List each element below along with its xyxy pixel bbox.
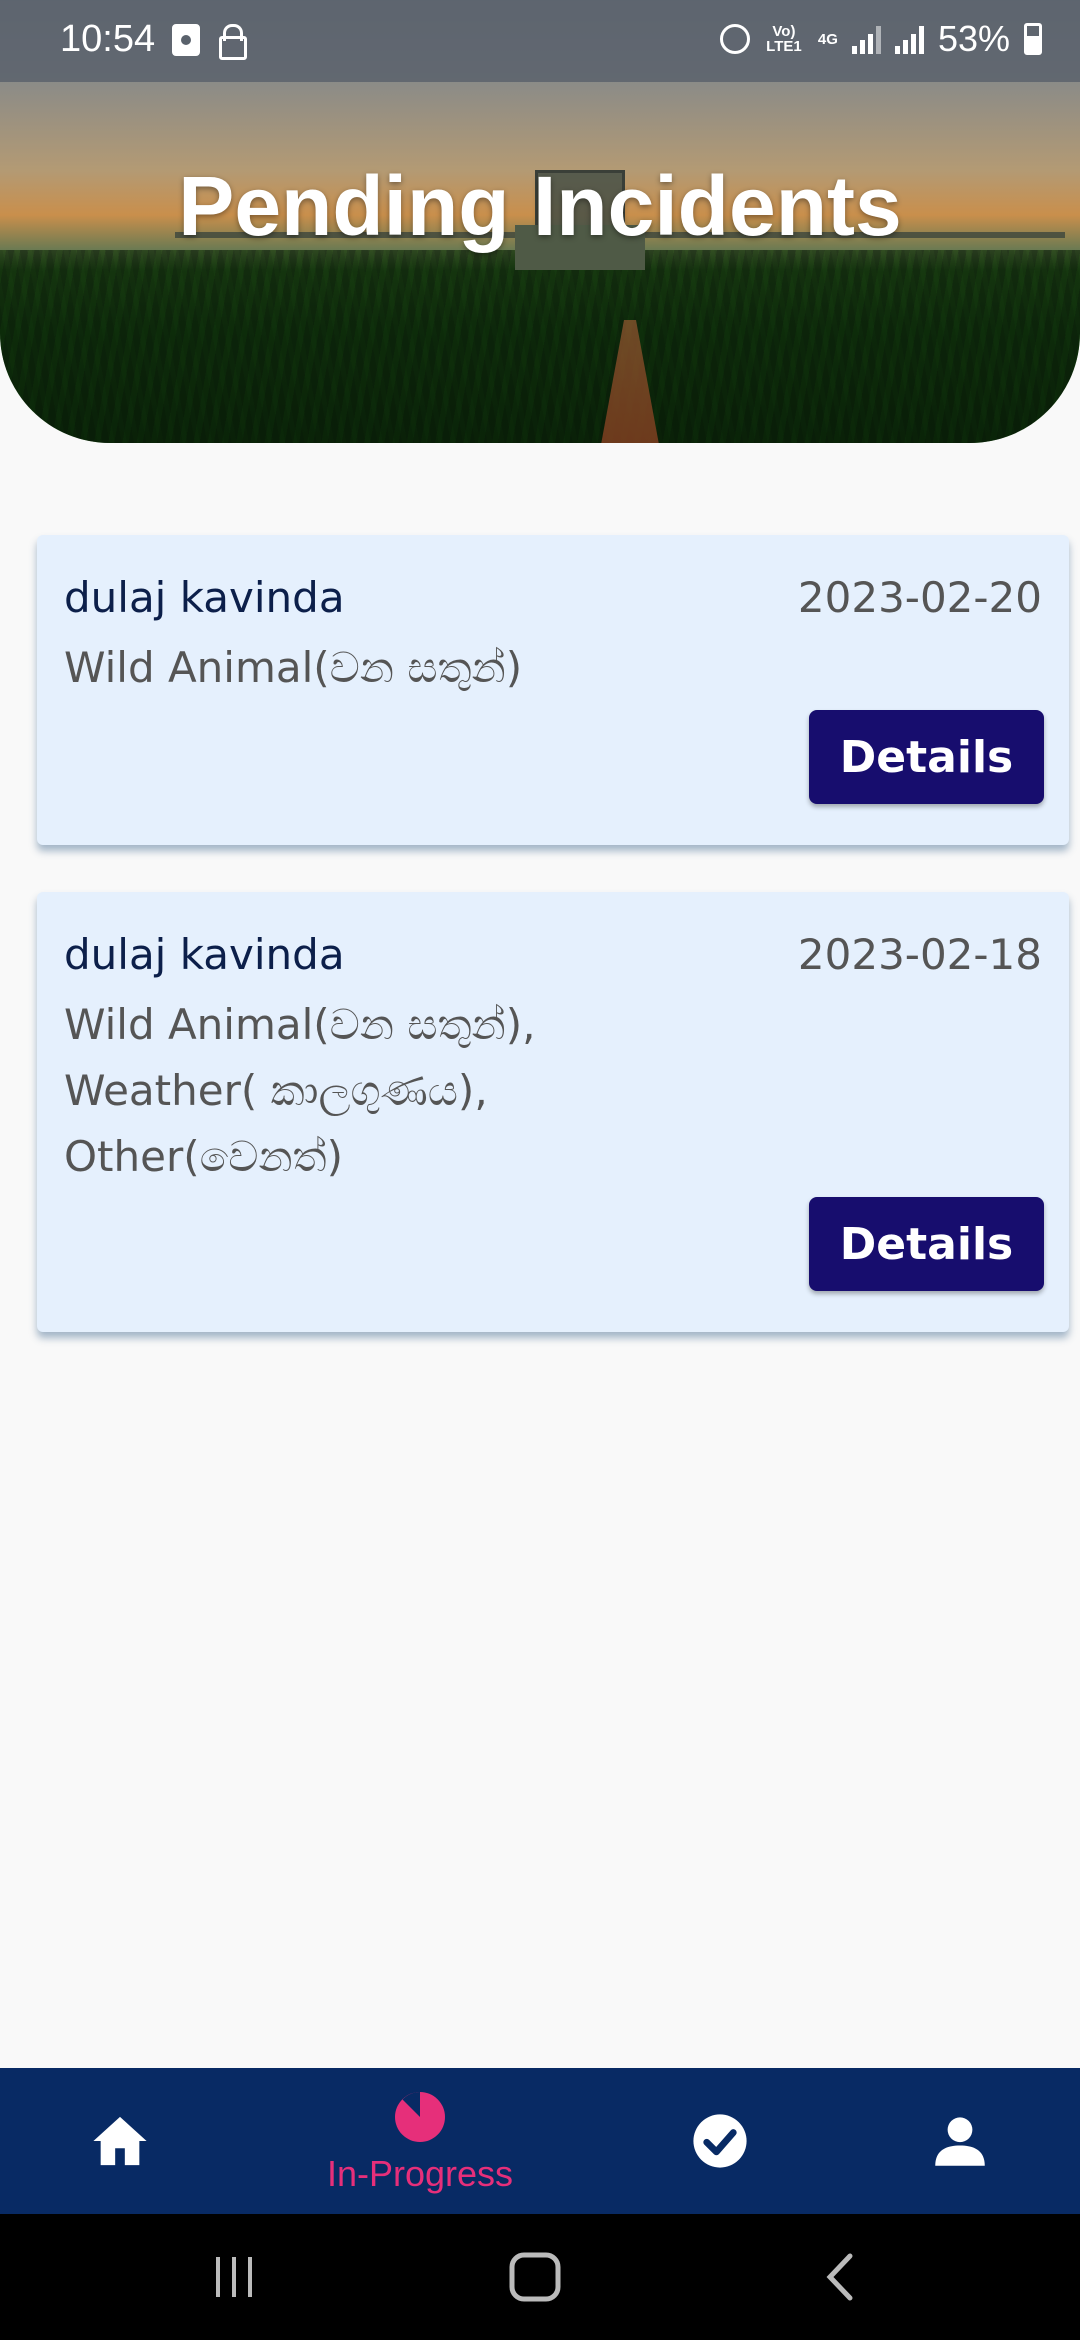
nav-in-progress-label: In-Progress: [326, 2153, 514, 2194]
home-system-button[interactable]: [490, 2214, 580, 2340]
battery-icon: [1024, 23, 1042, 55]
incident-type: Other(වෙනත්): [64, 1132, 344, 1181]
recents-icon: [216, 2257, 252, 2297]
incident-types: Wild Animal(වන සතුන්): [64, 635, 522, 701]
home-icon: [93, 2116, 147, 2166]
home-square-icon: [509, 2252, 561, 2302]
page-title: Pending Incidents: [178, 159, 902, 253]
details-button[interactable]: Details: [809, 1197, 1044, 1291]
person-icon: [935, 2117, 985, 2166]
incident-type: Wild Animal(වන සතුන්): [64, 643, 523, 692]
network-type-label: 4G: [817, 30, 838, 48]
status-bar: 10:54 Vo) LTE1 4G 53%: [0, 0, 1080, 82]
system-navigation-bar: [0, 2214, 1080, 2340]
incident-date: 2023-02-20: [797, 573, 1042, 622]
nav-in-progress[interactable]: In-Progress: [300, 2068, 540, 2214]
nav-completed[interactable]: [660, 2068, 780, 2214]
status-time: 10:54: [60, 18, 156, 60]
in-progress-icon: [395, 2092, 445, 2142]
incident-type: Weather( කාලගුණය),: [64, 1066, 488, 1115]
incident-card[interactable]: dulaj kavinda 2023-02-20 Wild Animal(වන …: [37, 535, 1069, 845]
reporter-name: dulaj kavinda: [64, 573, 345, 622]
nav-profile[interactable]: [900, 2068, 1020, 2214]
nav-home[interactable]: [60, 2068, 180, 2214]
volte-label: Vo) LTE1: [766, 23, 802, 55]
screen-record-icon: [172, 24, 200, 56]
back-chevron-icon: [826, 2253, 853, 2301]
incident-type: Wild Animal(වන සතුන්),: [64, 1000, 536, 1049]
alarm-icon: [719, 24, 750, 54]
reporter-name: dulaj kavinda: [64, 930, 345, 979]
details-button[interactable]: Details: [809, 710, 1044, 804]
incident-date: 2023-02-18: [797, 930, 1042, 979]
signal-icon: [851, 24, 881, 54]
check-circle-icon: [693, 2114, 747, 2168]
battery-percent: 53%: [937, 18, 1010, 59]
incident-types: Wild Animal(වන සතුන්), Weather( කාලගුණය)…: [64, 992, 535, 1190]
back-button[interactable]: [795, 2214, 885, 2340]
signal-icon-2: [894, 24, 924, 54]
recents-button[interactable]: [190, 2214, 280, 2340]
incident-card[interactable]: dulaj kavinda 2023-02-18 Wild Animal(වන …: [37, 892, 1069, 1332]
bottom-navigation: In-Progress: [0, 2068, 1080, 2214]
lock-icon: [218, 24, 247, 60]
